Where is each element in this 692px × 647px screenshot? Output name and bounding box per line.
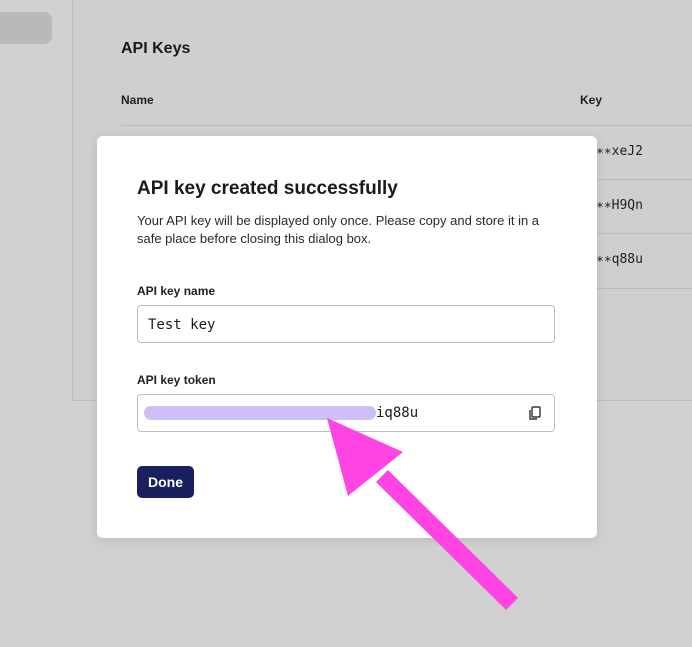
- copy-icon[interactable]: [526, 404, 544, 422]
- column-header-name: Name: [121, 93, 154, 107]
- panel-title: API Keys: [121, 40, 191, 57]
- column-header-key: Key: [580, 93, 603, 107]
- dialog-title: API key created successfully: [137, 178, 398, 199]
- sidebar-item[interactable]: [0, 12, 52, 44]
- api-key-name-field[interactable]: [137, 305, 555, 343]
- dialog-description: Your API key will be displayed only once…: [137, 213, 540, 246]
- redaction-mark: [144, 406, 376, 420]
- api-key-created-dialog: API key created successfully Your API ke…: [97, 136, 597, 538]
- api-key-token-field[interactable]: iq88u: [137, 394, 555, 432]
- api-key-name-label: API key name: [137, 284, 216, 298]
- masked-key: ∗∗q88u: [596, 252, 643, 267]
- masked-key: ∗∗H9Qn: [596, 198, 643, 213]
- masked-key: ∗∗xeJ2: [596, 144, 643, 159]
- api-key-token-value: iq88u: [376, 405, 419, 421]
- api-key-name-input[interactable]: [148, 315, 508, 335]
- done-button[interactable]: Done: [137, 466, 194, 498]
- api-key-token-label: API key token: [137, 373, 216, 387]
